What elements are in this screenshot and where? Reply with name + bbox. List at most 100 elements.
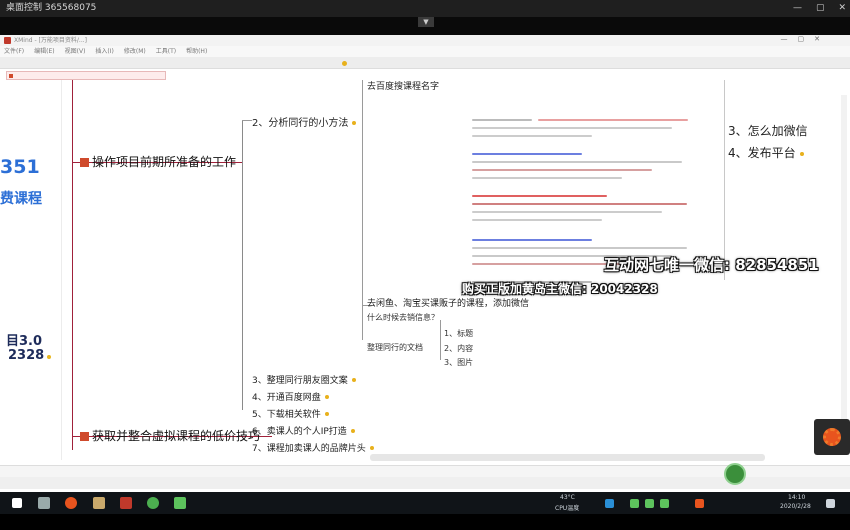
clock-date: 2020/2/28 [780, 503, 811, 510]
connector-right [724, 80, 725, 280]
wechat-tray-icon[interactable] [660, 499, 669, 508]
xmind-icon[interactable] [120, 497, 132, 509]
file-explorer-icon[interactable] [93, 497, 105, 509]
mindmap-node-publish[interactable]: 4、发布平台 [728, 144, 808, 161]
main-node-1-label: 操作项目前期所准备的工作 [92, 155, 237, 169]
app-statusbar-2 [0, 477, 850, 489]
preview-line [472, 161, 682, 163]
preview-line [472, 169, 652, 171]
doc-item-3-label: 3、图片 [444, 358, 474, 367]
document-tab-icon [9, 74, 13, 78]
app-close-icon[interactable]: ✕ [814, 35, 820, 43]
sub-branch-line [242, 120, 243, 410]
windows-start-icon[interactable] [12, 498, 22, 508]
remote-window-title: 桌面控制 365568075 [6, 3, 97, 13]
notification-icon[interactable] [826, 499, 835, 508]
mindmap-node-top-label[interactable]: 去百度搜课程名字 [367, 79, 439, 92]
mindmap-node-main-1[interactable]: 操作项目前期所准备的工作 [80, 153, 236, 170]
note-dot-icon [324, 395, 329, 399]
left-panel: 351 费课程 目3.0 2328 [0, 80, 62, 460]
maximize-button[interactable]: ▢ [816, 0, 825, 17]
menu-insert[interactable]: 插入(I) [95, 46, 113, 57]
menu-view[interactable]: 视图(V) [65, 46, 86, 57]
mindmap-node-org-docs[interactable]: 整理同行的文档 [367, 342, 423, 353]
vertical-scrollbar[interactable] [841, 95, 847, 455]
doc-item-1[interactable]: 1、标题 [444, 328, 473, 339]
preview-line [472, 135, 592, 137]
minimize-button[interactable]: — [793, 0, 802, 17]
top-label: 去百度搜课程名字 [367, 82, 440, 92]
note-dot-icon [369, 446, 374, 450]
mindmap-node-analyze[interactable]: 2、分析同行的小方法 [252, 114, 357, 129]
app-maximize-icon[interactable]: ▢ [798, 35, 805, 43]
add-wechat-label: 3、怎么加微信 [728, 124, 808, 138]
app-minimize-icon[interactable]: — [781, 35, 788, 43]
note-dot-icon [799, 152, 804, 156]
node-marker-icon [80, 158, 89, 167]
left-number: 351 [0, 156, 40, 178]
menu-file[interactable]: 文件(F) [4, 46, 24, 57]
app-window-controls: — ▢ ✕ [781, 35, 821, 43]
watermark-1: 互动网七唯一微信: 82854851 [604, 256, 819, 274]
preview-line [472, 239, 592, 241]
connector-vertical-2 [362, 80, 363, 340]
preview-line [472, 119, 532, 121]
app-statusbar [0, 465, 850, 477]
wechat-tray-icon[interactable] [630, 499, 639, 508]
gear-icon [823, 428, 841, 446]
mindmap-node-step-6[interactable]: 6、卖课人的个人IP打造 [252, 424, 355, 437]
menu-tools[interactable]: 工具(T) [156, 46, 176, 57]
analyze-label: 2、分析同行的小方法 [252, 118, 349, 129]
xianyu-label: 去闲鱼、淘宝买课贩子的课程，添加微信 [367, 299, 530, 309]
preview-line [472, 127, 672, 129]
close-button[interactable]: ✕ [838, 0, 846, 17]
bottom-bar [0, 514, 850, 530]
step-4-label: 4、开通百度网盘 [252, 393, 321, 403]
tray-icon[interactable] [695, 499, 704, 508]
right-list: 3、怎么加微信 4、发布平台 [728, 122, 808, 166]
main-node-2-label: 获取并整合虚拟课程的低价技巧 [92, 429, 261, 443]
mindmap-node-add-wechat[interactable]: 3、怎么加微信 [728, 122, 808, 139]
app-menubar: 文件(F) 编辑(E) 视图(V) 插入(I) 修改(M) 工具(T) 帮助(H… [0, 46, 850, 57]
app-icon-2[interactable] [147, 497, 159, 509]
doc-item-3[interactable]: 3、图片 [444, 357, 473, 368]
wechat-icon[interactable] [174, 497, 186, 509]
cpu-temperature: 43°C [560, 494, 575, 501]
doc-item-2[interactable]: 2、内容 [444, 343, 473, 354]
note-dot-icon [352, 121, 357, 125]
note-dot-icon [324, 412, 329, 416]
remote-screen: XMind - [万能项目资料/...] — ▢ ✕ 文件(F) 编辑(E) 视… [0, 35, 850, 492]
menu-edit[interactable]: 编辑(E) [34, 46, 54, 57]
preview-line [538, 119, 688, 121]
app-logo-box[interactable] [814, 419, 850, 455]
app-logo-icon [4, 37, 11, 44]
avatar[interactable] [724, 463, 746, 485]
mindmap-node-step-4[interactable]: 4、开通百度网盘 [252, 390, 329, 403]
mindmap-node-step-3[interactable]: 3、整理同行朋友圈文案 [252, 373, 356, 386]
left-dot-icon [47, 355, 51, 359]
chevron-down-icon[interactable]: ▼ [418, 17, 434, 27]
toolbar-dot-icon[interactable] [342, 61, 347, 66]
preview-line [472, 211, 662, 213]
app-toolbar [0, 57, 850, 69]
cpu-label: CPU温度 [555, 505, 580, 512]
remote-taskbar: 43°C CPU温度 14:10 2020/2/28 [0, 492, 850, 514]
app-icon-1[interactable] [65, 497, 77, 509]
mindmap-node-xianyu[interactable]: 去闲鱼、淘宝买课贩子的课程，添加微信 [367, 296, 529, 309]
preview-line [472, 153, 582, 155]
horizontal-scrollbar[interactable] [370, 454, 765, 461]
document-tab[interactable] [6, 71, 166, 80]
menu-help[interactable]: 帮助(H) [186, 46, 207, 57]
mindmap-node-step-7[interactable]: 7、课程加卖课人的品牌片头 [252, 441, 374, 454]
tray-icon[interactable] [605, 499, 614, 508]
note-dot-icon [351, 378, 356, 382]
mindmap-node-step-5[interactable]: 5、下载相关软件 [252, 407, 329, 420]
wechat-tray-icon[interactable] [645, 499, 654, 508]
remote-window-titlebar: 桌面控制 365568075 [0, 0, 850, 17]
menu-modify[interactable]: 修改(M) [124, 46, 146, 57]
mindmap-node-main-2[interactable]: 获取并整合虚拟课程的低价技巧 [80, 427, 260, 444]
node-marker-icon [80, 432, 89, 441]
mindmap-node-when-info[interactable]: 什么时候去销信息？ [367, 312, 439, 323]
note-dot-icon [350, 429, 355, 433]
task-view-icon[interactable] [38, 497, 50, 509]
